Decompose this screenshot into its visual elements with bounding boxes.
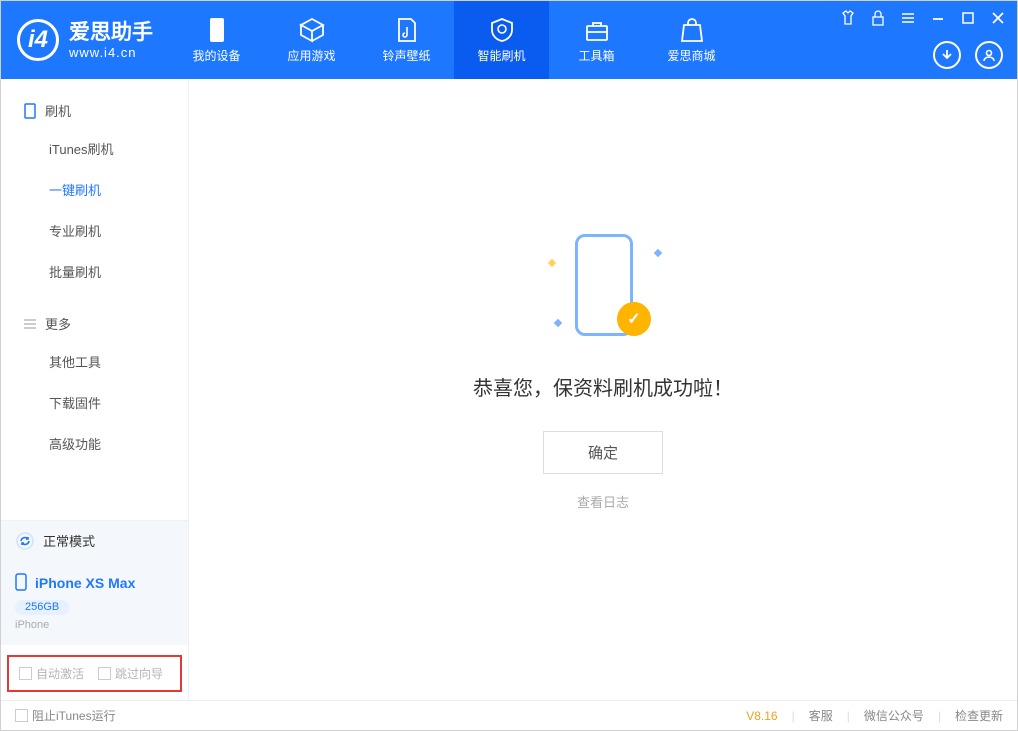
nav-store[interactable]: 爱思商城	[644, 1, 739, 79]
nav-ringtones[interactable]: 铃声壁纸	[359, 1, 454, 79]
success-illustration: ✓	[543, 228, 663, 348]
logo[interactable]: i4 爱思助手 www.i4.cn	[1, 19, 169, 61]
menu-icon[interactable]	[897, 7, 919, 29]
nav-apps[interactable]: 应用游戏	[264, 1, 359, 79]
sidebar-item-batch-flash[interactable]: 批量刷机	[1, 251, 188, 292]
shield-sync-icon	[488, 17, 516, 43]
device-storage-badge: 256GB	[15, 600, 69, 615]
sidebar-item-onekey-flash[interactable]: 一键刷机	[1, 169, 188, 210]
lock-icon[interactable]	[867, 7, 889, 29]
footer-link-wechat[interactable]: 微信公众号	[864, 707, 924, 724]
music-file-icon	[393, 17, 421, 43]
nav-toolbox[interactable]: 工具箱	[549, 1, 644, 79]
sidebar-item-other-tools[interactable]: 其他工具	[1, 341, 188, 382]
ok-button[interactable]: 确定	[543, 431, 663, 474]
close-button[interactable]	[987, 7, 1009, 29]
checkbox-auto-activate[interactable]: 自动激活	[19, 665, 84, 682]
nav-my-device[interactable]: 我的设备	[169, 1, 264, 79]
header: i4 爱思助手 www.i4.cn 我的设备 应用游戏 铃声壁纸 智能刷机 工具…	[1, 1, 1017, 79]
top-nav: 我的设备 应用游戏 铃声壁纸 智能刷机 工具箱 爱思商城	[169, 1, 739, 79]
phone-small-icon	[15, 573, 27, 594]
checkbox-skip-guide[interactable]: 跳过向导	[98, 665, 163, 682]
cube-icon	[298, 17, 326, 43]
device-name: iPhone XS Max	[35, 575, 135, 591]
footer: 阻止iTunes运行 V8.16 | 客服 | 微信公众号 | 检查更新	[1, 700, 1017, 730]
device-icon	[203, 17, 231, 43]
header-right-buttons	[933, 41, 1003, 69]
device-mode[interactable]: 正常模式	[1, 520, 188, 561]
sync-icon	[15, 531, 35, 551]
options-highlight: 自动激活 跳过向导	[7, 655, 182, 692]
app-name: 爱思助手	[69, 20, 153, 45]
footer-link-support[interactable]: 客服	[809, 707, 833, 724]
shirt-icon[interactable]	[837, 7, 859, 29]
sidebar-item-pro-flash[interactable]: 专业刷机	[1, 210, 188, 251]
window-buttons	[837, 7, 1009, 29]
minimize-button[interactable]	[927, 7, 949, 29]
device-type: iPhone	[15, 619, 174, 631]
nav-flash[interactable]: 智能刷机	[454, 1, 549, 79]
logo-icon: i4	[17, 19, 59, 61]
sidebar-item-advanced[interactable]: 高级功能	[1, 423, 188, 464]
view-log-link[interactable]: 查看日志	[577, 492, 629, 511]
phone-icon	[23, 104, 37, 118]
device-info[interactable]: iPhone XS Max 256GB iPhone	[1, 561, 188, 646]
download-button[interactable]	[933, 41, 961, 69]
sidebar-group-more: 更多	[1, 306, 188, 341]
bag-icon	[678, 17, 706, 43]
toolbox-icon	[583, 17, 611, 43]
success-message: 恭喜您，保资料刷机成功啦！	[473, 372, 733, 401]
footer-link-update[interactable]: 检查更新	[955, 707, 1003, 724]
app-domain: www.i4.cn	[69, 45, 153, 61]
checkbox-block-itunes[interactable]: 阻止iTunes运行	[15, 707, 116, 724]
check-icon: ✓	[617, 302, 651, 336]
main-content: ✓ 恭喜您，保资料刷机成功啦！ 确定 查看日志	[189, 79, 1017, 700]
list-icon	[23, 317, 37, 331]
sidebar-group-flash: 刷机	[1, 93, 188, 128]
sidebar-item-itunes-flash[interactable]: iTunes刷机	[1, 128, 188, 169]
sidebar: 刷机 iTunes刷机 一键刷机 专业刷机 批量刷机 更多 其他工具 下载固件 …	[1, 79, 189, 700]
sidebar-item-download-firmware[interactable]: 下载固件	[1, 382, 188, 423]
version-label: V8.16	[746, 709, 777, 723]
maximize-button[interactable]	[957, 7, 979, 29]
user-button[interactable]	[975, 41, 1003, 69]
